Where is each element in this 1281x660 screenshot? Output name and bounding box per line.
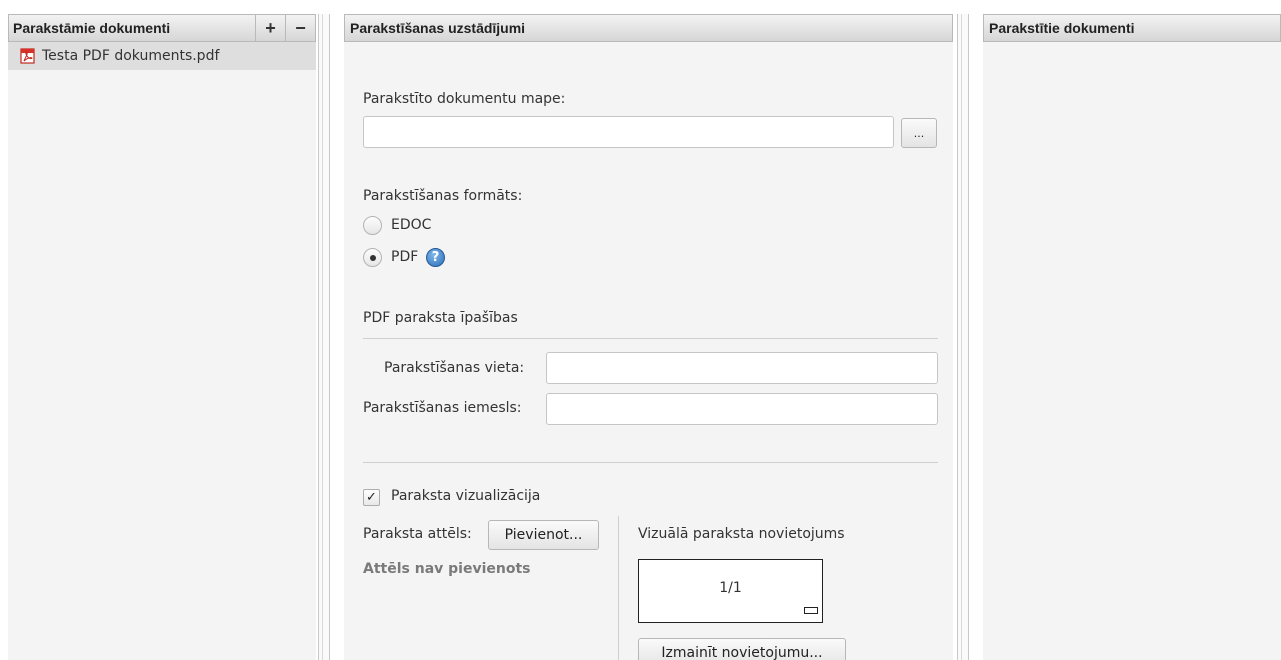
panel-title: Parakstīšanas uzstādījumi bbox=[350, 20, 526, 36]
signing-reason-input[interactable] bbox=[546, 393, 938, 425]
panel-splitter[interactable] bbox=[318, 14, 330, 660]
pdf-radio[interactable] bbox=[363, 248, 382, 267]
placement-preview: 1/1 bbox=[638, 559, 823, 623]
signature-position-marker bbox=[804, 607, 818, 614]
page-indicator: 1/1 bbox=[719, 580, 742, 596]
signed-documents-header: Parakstītie dokumenti bbox=[983, 14, 1281, 42]
document-name: Testa PDF dokuments.pdf bbox=[42, 48, 220, 64]
placement-title: Vizuālā paraksta novietojums bbox=[638, 526, 845, 542]
signing-settings-header: Parakstīšanas uzstādījumi bbox=[344, 14, 953, 42]
list-item[interactable]: Testa PDF dokuments.pdf bbox=[8, 42, 316, 70]
edoc-option-label[interactable]: EDOC bbox=[391, 217, 431, 233]
help-icon[interactable]: ? bbox=[426, 248, 445, 267]
vertical-divider bbox=[618, 516, 619, 660]
edoc-radio[interactable] bbox=[363, 216, 382, 235]
pdf-option-label[interactable]: PDF bbox=[391, 249, 418, 265]
add-document-button[interactable]: + bbox=[255, 14, 285, 42]
signed-documents-panel: Parakstītie dokumenti bbox=[983, 14, 1281, 660]
signing-settings-panel: Parakstīšanas uzstādījumi Parakstīto dok… bbox=[344, 14, 953, 660]
section-divider bbox=[363, 338, 938, 339]
pdf-properties-title: PDF paraksta īpašības bbox=[363, 310, 518, 326]
signing-location-input[interactable] bbox=[546, 352, 938, 384]
panel-title: Parakstītie dokumenti bbox=[989, 20, 1135, 36]
panel-splitter[interactable] bbox=[957, 14, 969, 660]
documents-to-sign-panel: Parakstāmie dokumenti + − Testa PDF doku… bbox=[8, 14, 316, 660]
no-image-status: Attēls nav pievienots bbox=[363, 561, 531, 577]
panel-title: Parakstāmie dokumenti bbox=[13, 20, 171, 36]
browse-folder-button[interactable]: ... bbox=[901, 118, 937, 148]
signing-location-label: Parakstīšanas vieta: bbox=[384, 360, 525, 376]
pdf-file-icon bbox=[20, 48, 36, 64]
visualization-checkbox[interactable]: ✓ bbox=[363, 489, 380, 506]
add-image-button[interactable]: Pievienot... bbox=[488, 520, 599, 550]
change-placement-button[interactable]: Izmainīt novietojumu... bbox=[638, 638, 846, 660]
visualization-label[interactable]: Paraksta vizualizācija bbox=[391, 488, 540, 504]
output-folder-input[interactable] bbox=[363, 116, 894, 148]
output-folder-label: Parakstīto dokumentu mape: bbox=[363, 91, 566, 107]
documents-to-sign-header: Parakstāmie dokumenti + − bbox=[8, 14, 316, 42]
signing-format-label: Parakstīšanas formāts: bbox=[363, 188, 523, 204]
section-divider bbox=[363, 462, 938, 463]
signature-image-label: Paraksta attēls: bbox=[363, 526, 472, 542]
remove-document-button[interactable]: − bbox=[285, 14, 315, 42]
signing-reason-label: Parakstīšanas iemesls: bbox=[363, 400, 522, 416]
settings-form: Parakstīto dokumentu mape: ... Parakstīš… bbox=[344, 42, 953, 660]
